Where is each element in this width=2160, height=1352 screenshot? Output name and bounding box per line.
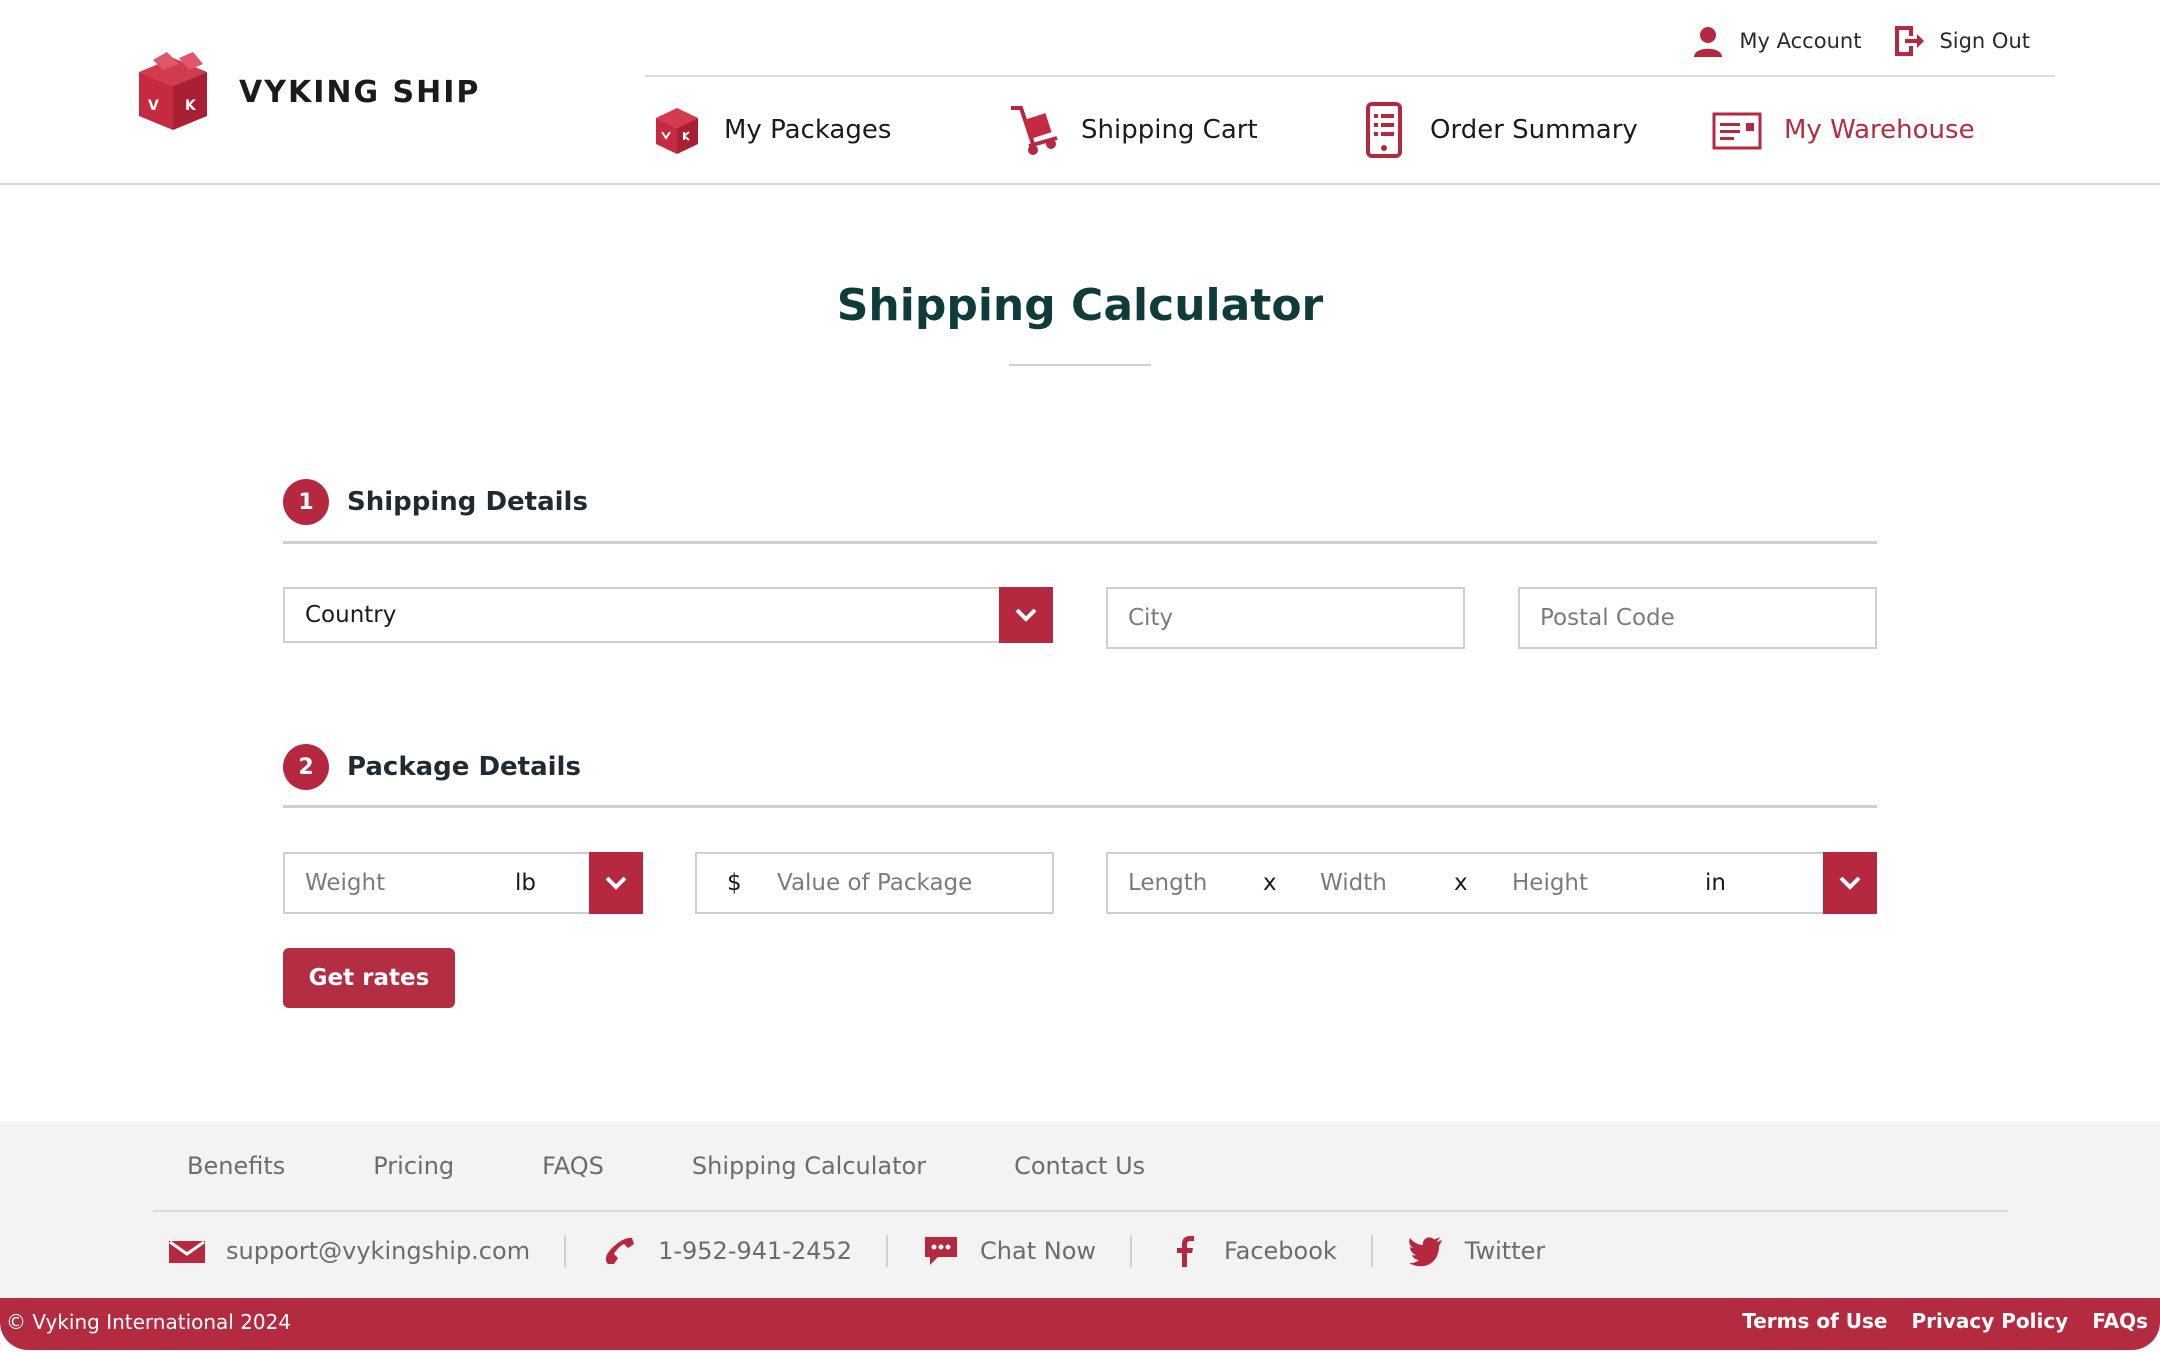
- page-title: Shipping Calculator: [836, 280, 1324, 331]
- contact-separator: [564, 1235, 567, 1267]
- brand-name: VYKING SHIP: [239, 74, 481, 110]
- nav-shipping-cart-label: Shipping Cart: [1081, 115, 1258, 145]
- svg-text:V: V: [148, 98, 159, 114]
- height-input[interactable]: Height: [1512, 870, 1588, 896]
- chat-icon: [925, 1237, 958, 1265]
- shipping-details-heading: 1 Shipping Details: [283, 479, 588, 525]
- contact-facebook-label: Facebook: [1224, 1237, 1337, 1265]
- step-number-1: 1: [283, 479, 329, 525]
- footer-link-shipping-calculator[interactable]: Shipping Calculator: [692, 1152, 926, 1180]
- user-icon: [1694, 27, 1723, 57]
- dimension-unit-dropdown-button[interactable]: [1823, 852, 1877, 914]
- legal-links: Terms of Use Privacy Policy FAQs: [1742, 1309, 2148, 1333]
- nav-my-packages-label: My Packages: [724, 115, 892, 145]
- account-links: My Account Sign Out: [1691, 24, 2030, 58]
- footer-divider: [153, 1210, 2008, 1212]
- site-header: V K VYKING SHIP My Account Sign Out My P…: [0, 0, 2160, 185]
- nav-shipping-cart[interactable]: Shipping Cart: [1009, 102, 1258, 158]
- contact-phone-label: 1-952-941-2452: [658, 1237, 853, 1265]
- sign-out-link[interactable]: Sign Out: [1891, 24, 2030, 58]
- legal-faqs-link[interactable]: FAQs: [2092, 1309, 2148, 1333]
- package-icon: [656, 108, 698, 154]
- phone-icon: [605, 1237, 635, 1264]
- footer-nav: Benefits Pricing FAQS Shipping Calculato…: [187, 1152, 1233, 1180]
- footer-contacts: support@vykingship.com 1-952-941-2452 Ch…: [168, 1234, 1545, 1268]
- country-select-value: Country: [305, 602, 397, 628]
- mail-icon: [169, 1240, 205, 1263]
- contact-twitter[interactable]: Twitter: [1407, 1234, 1545, 1268]
- warehouse-card-icon: [1712, 112, 1762, 150]
- brand-logo[interactable]: V K VYKING SHIP: [133, 50, 480, 134]
- width-input[interactable]: Width: [1320, 870, 1387, 896]
- svg-text:K: K: [185, 98, 197, 114]
- get-rates-button[interactable]: Get rates: [283, 948, 455, 1008]
- site-footer: Benefits Pricing FAQS Shipping Calculato…: [0, 1122, 2160, 1302]
- chevron-down-icon: [1839, 876, 1861, 890]
- nav-my-warehouse-label: My Warehouse: [1784, 115, 1975, 145]
- copyright-text: © Vyking International 2024: [6, 1310, 292, 1334]
- country-select[interactable]: Country: [283, 587, 1053, 643]
- header-divider: [645, 75, 2055, 77]
- footer-link-faqs[interactable]: FAQS: [542, 1152, 604, 1180]
- package-details-divider: [283, 805, 1877, 808]
- city-placeholder: City: [1128, 605, 1174, 631]
- facebook-icon: [1177, 1236, 1195, 1267]
- city-input[interactable]: City: [1106, 587, 1465, 649]
- legal-bar: © Vyking International 2024 Terms of Use…: [0, 1298, 2160, 1350]
- postal-code-placeholder: Postal Code: [1540, 605, 1675, 631]
- shipping-details-divider: [283, 541, 1877, 544]
- contact-separator: [1130, 1235, 1133, 1267]
- sign-out-icon: [1895, 26, 1925, 56]
- currency-symbol: $: [727, 870, 742, 896]
- dimensions-input-group: Length x Width x Height in: [1106, 852, 1877, 914]
- order-list-icon: [1366, 102, 1402, 158]
- dimension-unit: in: [1705, 870, 1726, 896]
- chevron-down-icon: [605, 876, 627, 890]
- chevron-down-icon: [1015, 608, 1037, 622]
- contact-facebook[interactable]: Facebook: [1166, 1234, 1337, 1268]
- contact-separator: [1370, 1235, 1373, 1267]
- vyking-logo-icon: V K: [139, 52, 207, 130]
- weight-unit: lb: [515, 870, 536, 896]
- package-value-input[interactable]: $ Value of Package: [695, 852, 1054, 914]
- nav-my-packages[interactable]: My Packages: [652, 102, 891, 158]
- contact-twitter-label: Twitter: [1464, 1237, 1546, 1265]
- package-value-placeholder: Value of Package: [777, 870, 973, 896]
- nav-order-summary[interactable]: Order Summary: [1358, 102, 1638, 158]
- contact-chat[interactable]: Chat Now: [922, 1234, 1096, 1268]
- footer-link-benefits[interactable]: Benefits: [187, 1152, 285, 1180]
- contact-email[interactable]: support@vykingship.com: [168, 1234, 530, 1268]
- step-number-2: 2: [283, 744, 329, 790]
- weight-input[interactable]: Weight lb: [283, 852, 643, 914]
- country-dropdown-button[interactable]: [999, 587, 1053, 643]
- nav-my-warehouse[interactable]: My Warehouse: [1712, 102, 1975, 158]
- postal-code-input[interactable]: Postal Code: [1518, 587, 1877, 649]
- title-underline: [1009, 364, 1151, 366]
- twitter-icon: [1408, 1237, 1442, 1267]
- weight-unit-dropdown-button[interactable]: [589, 852, 643, 914]
- privacy-policy-link[interactable]: Privacy Policy: [1911, 1309, 2068, 1333]
- terms-of-use-link[interactable]: Terms of Use: [1742, 1309, 1887, 1333]
- sign-out-label: Sign Out: [1939, 29, 2030, 53]
- contact-separator: [886, 1235, 889, 1267]
- contact-chat-label: Chat Now: [980, 1237, 1097, 1265]
- footer-link-pricing[interactable]: Pricing: [373, 1152, 454, 1180]
- hand-truck-icon: [1011, 106, 1058, 155]
- length-input[interactable]: Length: [1128, 870, 1207, 896]
- my-account-link[interactable]: My Account: [1691, 24, 1861, 58]
- my-account-label: My Account: [1739, 29, 1862, 53]
- contact-email-label: support@vykingship.com: [226, 1237, 531, 1265]
- shipping-details-label: Shipping Details: [347, 487, 588, 517]
- footer-link-contact-us[interactable]: Contact Us: [1014, 1152, 1145, 1180]
- weight-placeholder: Weight: [305, 870, 386, 896]
- nav-order-summary-label: Order Summary: [1430, 115, 1638, 145]
- times-sign: x: [1263, 870, 1277, 896]
- times-sign: x: [1454, 870, 1468, 896]
- package-details-heading: 2 Package Details: [283, 744, 581, 790]
- contact-phone[interactable]: 1-952-941-2452: [600, 1234, 852, 1268]
- package-details-label: Package Details: [347, 752, 581, 782]
